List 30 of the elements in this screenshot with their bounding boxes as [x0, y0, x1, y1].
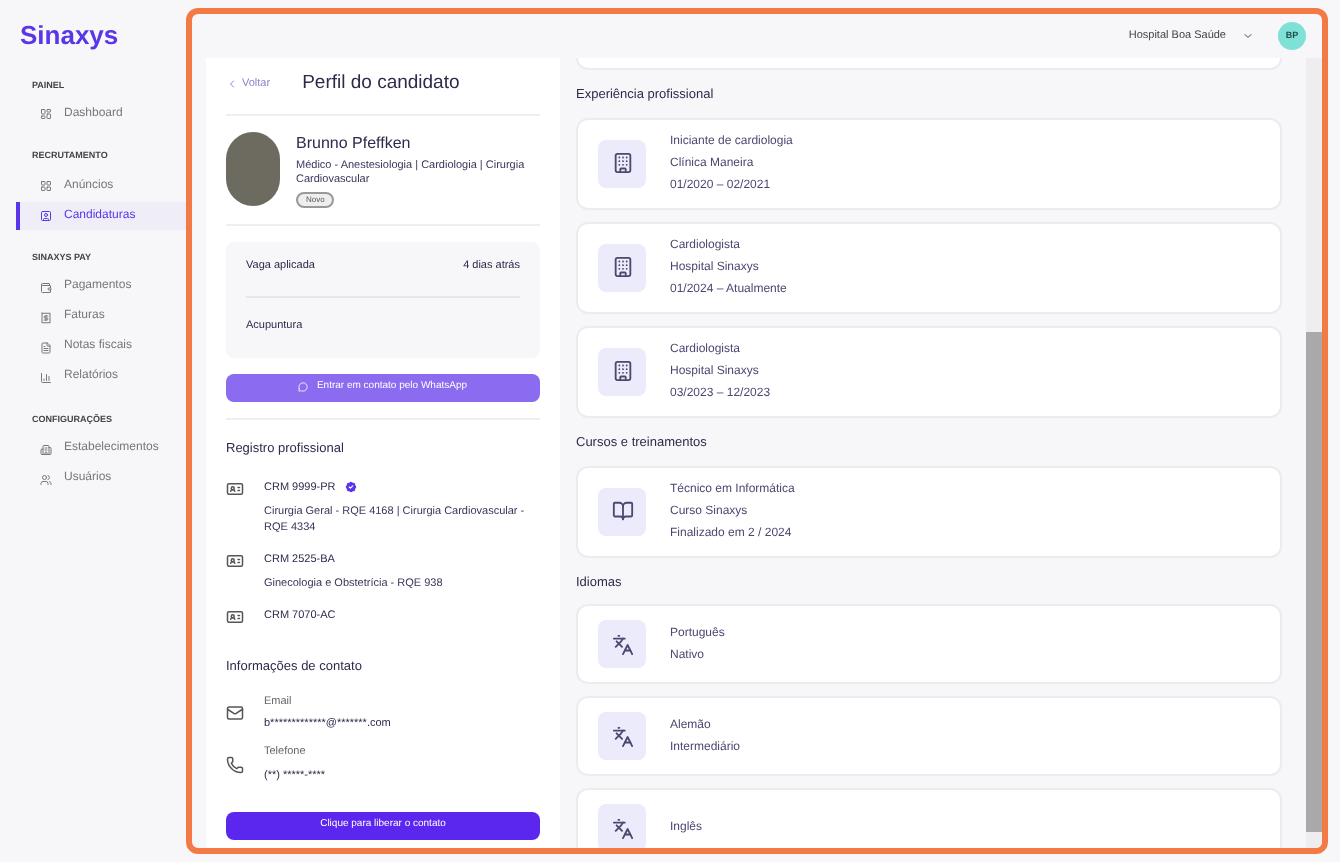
id-card-icon — [226, 608, 244, 626]
receipt-icon — [40, 311, 52, 324]
candidate-name: Brunno Pfeffken — [296, 132, 413, 157]
building-icon — [611, 152, 633, 175]
scrollbar[interactable] — [1306, 58, 1322, 848]
whatsapp-icon — [298, 382, 309, 393]
book-icon — [611, 500, 633, 522]
chevron-down-icon — [1242, 30, 1254, 42]
users-icon — [40, 473, 52, 485]
id-card-icon — [226, 479, 244, 497]
building-icon — [611, 256, 633, 279]
user-icon — [40, 210, 52, 222]
logo: Sinaxys — [18, 18, 121, 54]
building-icon — [40, 443, 52, 455]
mail-icon — [226, 704, 244, 722]
grid-icon — [40, 180, 52, 192]
building-icon — [611, 360, 633, 383]
photo-placeholder — [226, 132, 280, 207]
phone-icon — [226, 755, 244, 773]
scrollbar-thumb[interactable] — [1306, 332, 1322, 832]
translate-icon — [611, 817, 633, 840]
wallet-icon — [40, 281, 52, 294]
document-icon — [40, 341, 52, 354]
bar-chart-icon — [40, 371, 52, 384]
translate-icon — [611, 633, 633, 656]
chevron-left-icon — [226, 78, 238, 91]
translate-icon — [611, 725, 633, 748]
page-title: Perfil do candidato — [302, 70, 460, 98]
id-card-icon — [226, 551, 244, 570]
dashboard-icon — [40, 108, 52, 121]
